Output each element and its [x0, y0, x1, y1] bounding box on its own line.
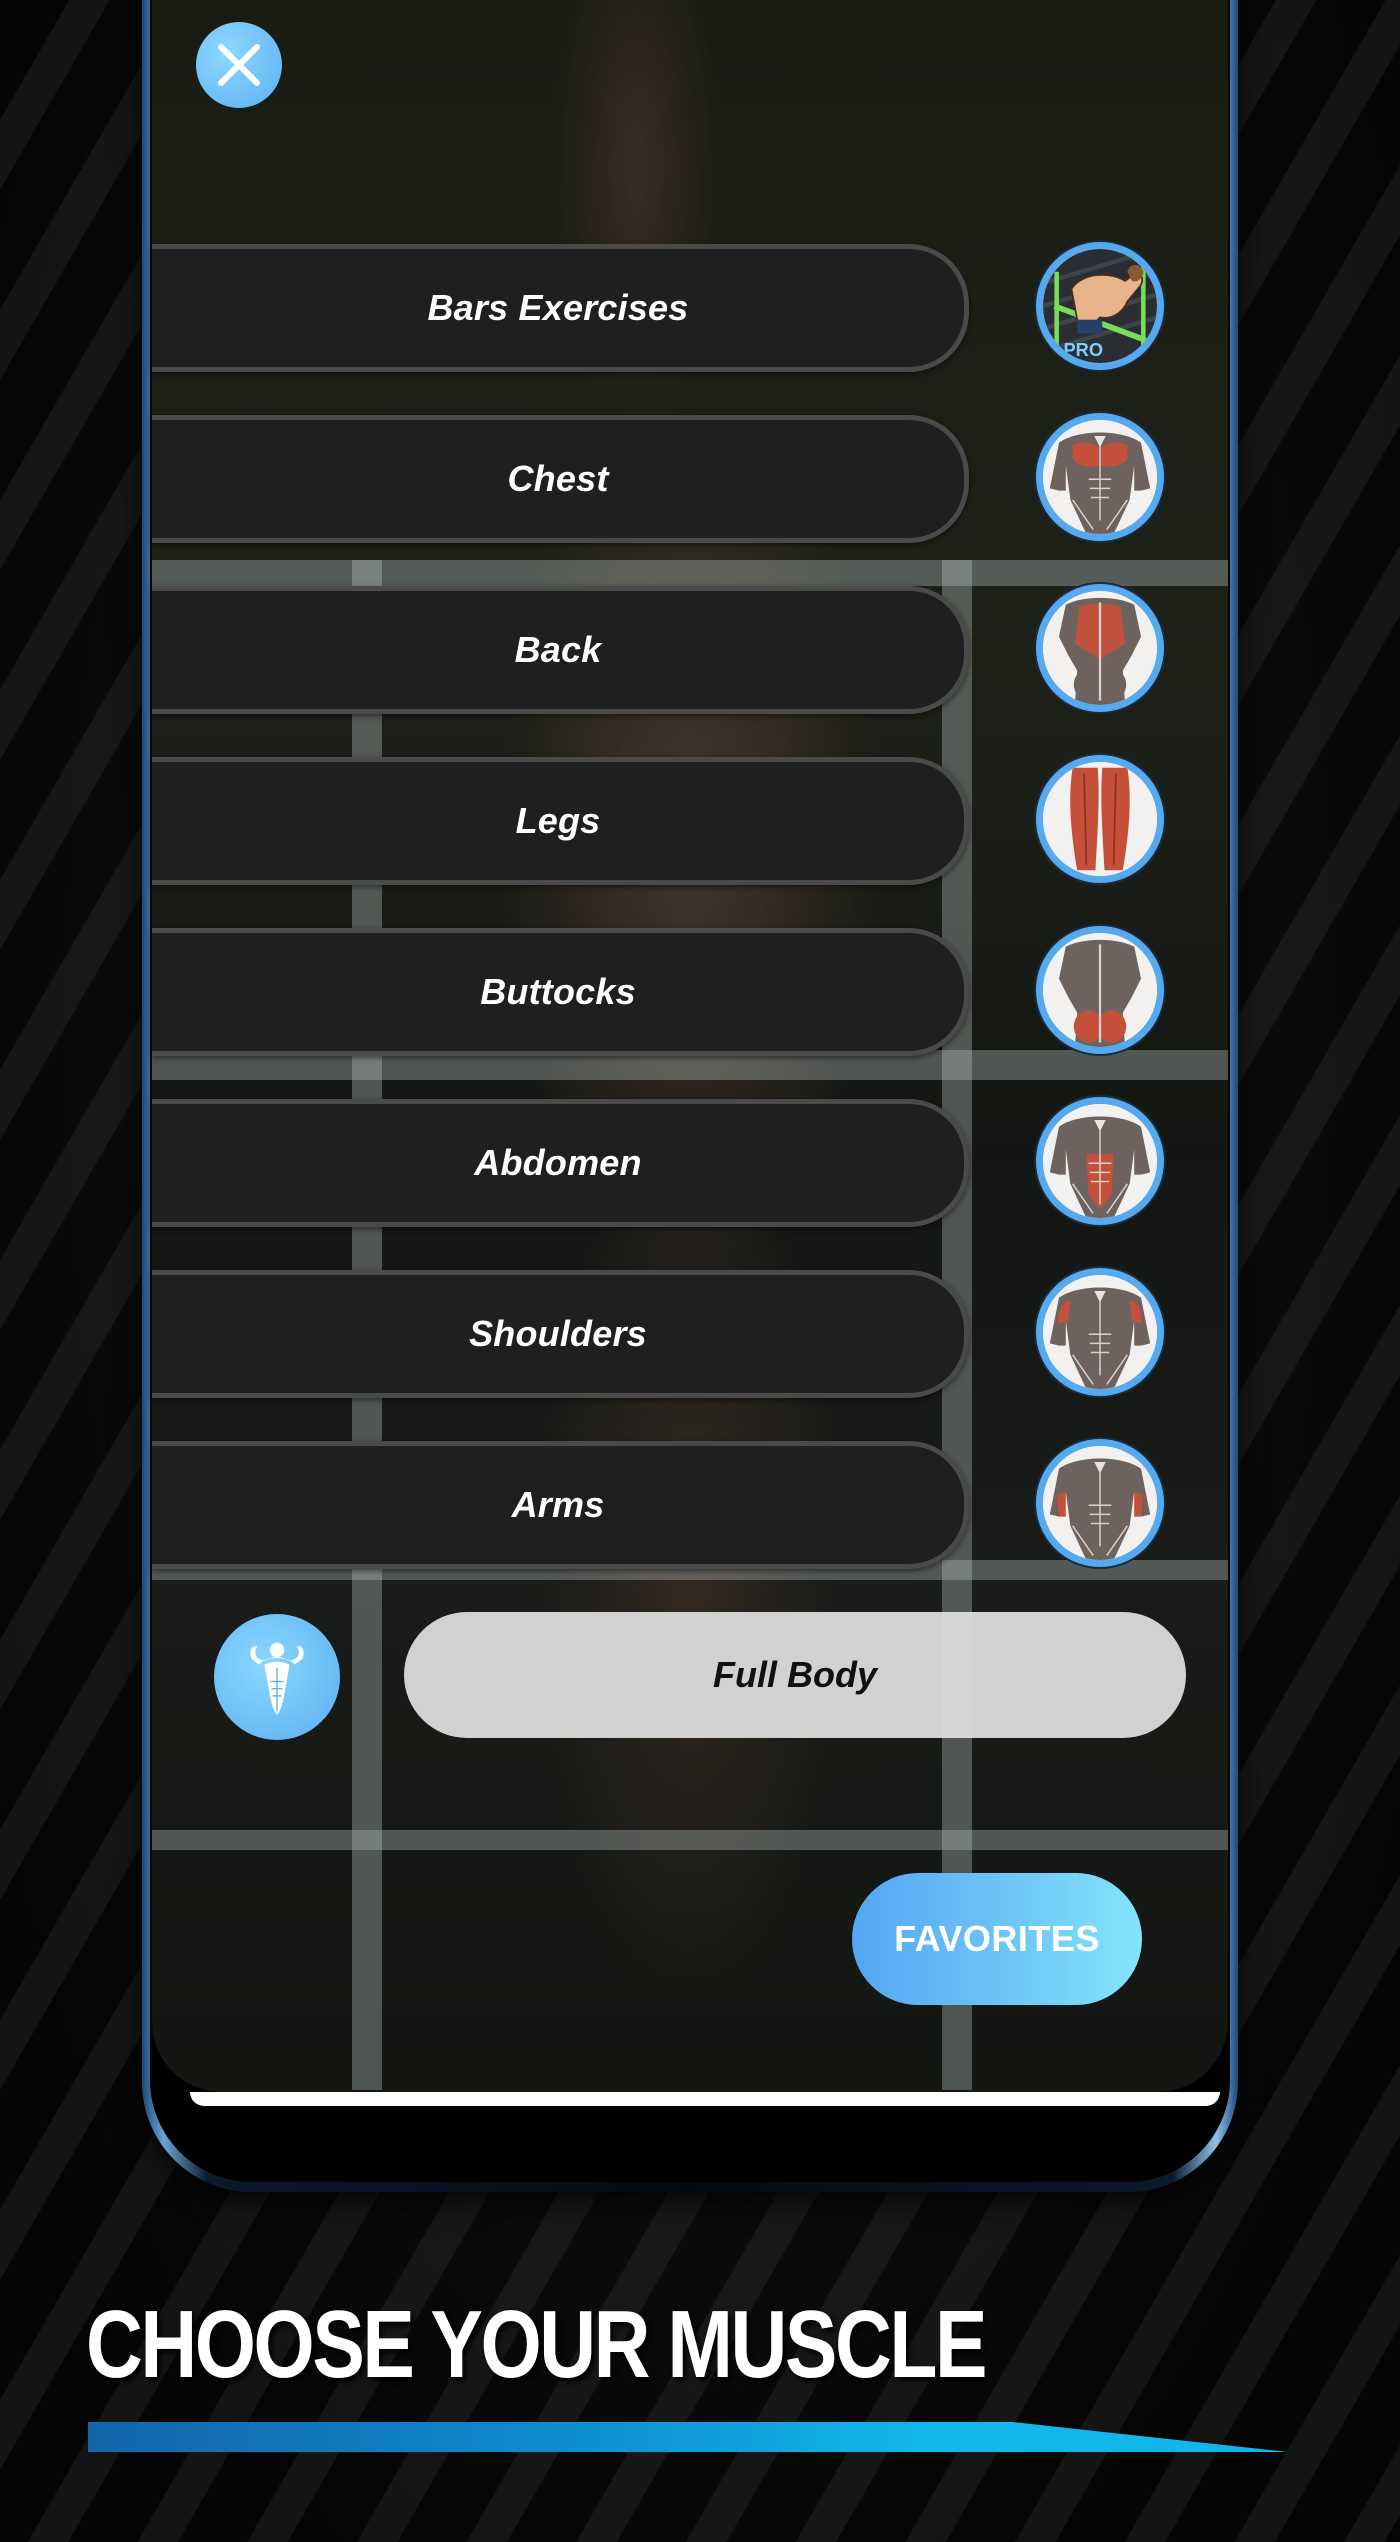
bars-exercises-pro-icon: PRO: [1043, 249, 1157, 363]
menu-row-abdomen: Abdomen: [152, 1097, 1228, 1227]
muscle-group-label: Shoulders: [469, 1313, 647, 1354]
muscle-group-label: Chest: [507, 458, 609, 499]
muscle-group-label: Buttocks: [480, 971, 636, 1012]
menu-row-chest: Chest: [152, 413, 1228, 543]
favorites-label: FAVORITES: [894, 1918, 1100, 1959]
favorites-button[interactable]: FAVORITES: [852, 1873, 1142, 2005]
muscle-group-label: Arms: [511, 1484, 605, 1525]
muscle-group-button[interactable]: Arms: [152, 1441, 969, 1569]
close-button[interactable]: [196, 22, 282, 108]
muscle-group-button[interactable]: Chest: [152, 415, 969, 543]
muscle-group-button[interactable]: Bars Exercises: [152, 244, 969, 372]
muscle-group-label: Abdomen: [474, 1142, 642, 1183]
muscle-group-thumbnail[interactable]: [1036, 1268, 1164, 1396]
background-bar: [152, 1830, 1228, 1850]
shoulders-muscle-icon: [1043, 1275, 1157, 1389]
navigation-bar: [190, 2092, 1220, 2106]
full-body-icon-button[interactable]: [214, 1614, 340, 1740]
menu-row-back: Back: [152, 584, 1228, 714]
menu-row-buttocks: Buttocks: [152, 926, 1228, 1056]
muscle-group-button[interactable]: Back: [152, 586, 969, 714]
abdomen-muscle-icon: [1043, 1104, 1157, 1218]
muscle-group-thumbnail[interactable]: [1036, 755, 1164, 883]
arms-muscle-icon: [1043, 1446, 1157, 1560]
background-bar: [152, 560, 1228, 586]
muscle-group-thumbnail[interactable]: [1036, 926, 1164, 1054]
full-body-button[interactable]: Full Body: [404, 1612, 1186, 1738]
menu-row-arms: Arms: [152, 1439, 1228, 1569]
buttocks-muscle-icon: [1043, 933, 1157, 1047]
menu-row-bars-exercises: Bars Exercises PRO: [152, 242, 1228, 372]
muscle-group-label: Legs: [515, 800, 601, 841]
muscle-group-thumbnail[interactable]: [1036, 1097, 1164, 1225]
legs-muscle-icon: [1043, 762, 1157, 876]
back-muscle-icon: [1043, 591, 1157, 705]
muscle-group-thumbnail[interactable]: [1036, 1439, 1164, 1567]
menu-row-shoulders: Shoulders: [152, 1268, 1228, 1398]
muscle-group-button[interactable]: Shoulders: [152, 1270, 969, 1398]
close-icon: [218, 44, 260, 86]
muscle-group-thumbnail[interactable]: PRO: [1036, 242, 1164, 370]
muscle-group-thumbnail[interactable]: [1036, 413, 1164, 541]
pro-badge: PRO: [1064, 339, 1104, 360]
muscle-group-button[interactable]: Legs: [152, 757, 969, 885]
muscle-group-label: Bars Exercises: [427, 287, 689, 328]
chest-muscle-icon: [1043, 420, 1157, 534]
menu-row-legs: Legs: [152, 755, 1228, 885]
bodybuilder-icon: [250, 1642, 304, 1715]
muscle-group-thumbnail[interactable]: [1036, 584, 1164, 712]
full-body-label: Full Body: [713, 1654, 877, 1695]
promo-headline: CHOOSE YOUR MUSCLE: [86, 2291, 987, 2398]
muscle-group-button[interactable]: Buttocks: [152, 928, 969, 1056]
muscle-group-label: Back: [514, 629, 602, 670]
muscle-group-button[interactable]: Abdomen: [152, 1099, 969, 1227]
